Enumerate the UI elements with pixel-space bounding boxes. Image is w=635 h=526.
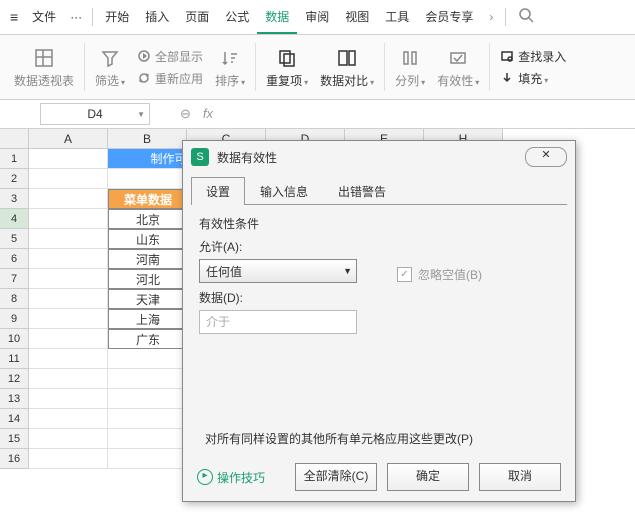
tips-link[interactable]: ▸操作技巧	[197, 469, 265, 486]
apply-all-checkbox[interactable]: 对所有同样设置的其他所有单元格应用这些更改(P)	[199, 430, 559, 447]
row-header[interactable]: 7	[0, 269, 29, 289]
cell[interactable]: 河北	[108, 269, 188, 289]
hamburger-icon[interactable]: ≡	[4, 9, 24, 25]
col-header[interactable]: B	[108, 129, 187, 149]
cell[interactable]: 河南	[108, 249, 188, 269]
reapply-button[interactable]: 重新应用	[137, 68, 203, 88]
dialog-title: 数据有效性	[217, 149, 277, 166]
row-header[interactable]: 10	[0, 329, 29, 349]
cell[interactable]	[108, 409, 187, 429]
cell[interactable]	[29, 269, 108, 289]
cell[interactable]	[29, 449, 108, 469]
cell[interactable]	[29, 169, 108, 189]
cell[interactable]	[108, 429, 187, 449]
filter-button[interactable]: 筛选	[95, 46, 125, 89]
row-header[interactable]: 4	[0, 209, 29, 229]
cell[interactable]	[29, 309, 108, 329]
menu-start[interactable]: 开始	[97, 0, 137, 34]
menu-tools[interactable]: 工具	[377, 0, 417, 34]
close-button[interactable]: ✕	[525, 147, 567, 167]
menu-review[interactable]: 审阅	[297, 0, 337, 34]
tab-error-alert[interactable]: 出错警告	[323, 177, 401, 205]
cell[interactable]: 天津	[108, 289, 188, 309]
ignore-blank-checkbox: ✓忽略空值(B)	[397, 266, 482, 283]
cell[interactable]	[108, 369, 187, 389]
cancel-formula-icon[interactable]: ⊖	[180, 106, 191, 122]
split-button[interactable]: 分列	[395, 46, 425, 89]
row-header[interactable]: 15	[0, 429, 29, 449]
row-header[interactable]: 12	[0, 369, 29, 389]
cell[interactable]	[108, 349, 187, 369]
menu-page[interactable]: 页面	[177, 0, 217, 34]
tab-settings[interactable]: 设置	[191, 177, 245, 205]
cell[interactable]	[29, 249, 108, 269]
cell[interactable]: 北京	[108, 209, 188, 229]
app-icon: S	[191, 148, 209, 166]
cell[interactable]	[29, 409, 108, 429]
cancel-button[interactable]: 取消	[479, 463, 561, 491]
cell[interactable]	[108, 449, 187, 469]
row-header[interactable]: 8	[0, 289, 29, 309]
menu-formula[interactable]: 公式	[217, 0, 257, 34]
clear-all-button[interactable]: 全部清除(C)	[295, 463, 377, 491]
find-insert-button[interactable]: 查找录入	[500, 46, 566, 66]
row-header[interactable]: 11	[0, 349, 29, 369]
cell[interactable]	[29, 349, 108, 369]
row-header[interactable]: 13	[0, 389, 29, 409]
chevron-right-icon[interactable]: ›	[481, 10, 501, 24]
cell[interactable]: 菜单数据	[108, 189, 188, 209]
data-compare-button[interactable]: 数据对比	[320, 46, 374, 89]
row-header[interactable]: 1	[0, 149, 29, 169]
cell[interactable]: 上海	[108, 309, 188, 329]
validity-button[interactable]: 有效性	[437, 46, 479, 89]
cell[interactable]	[29, 369, 108, 389]
cell[interactable]	[29, 209, 108, 229]
name-box[interactable]: D4▼	[40, 103, 150, 125]
fill-button[interactable]: 填充	[500, 68, 566, 88]
cell[interactable]	[29, 189, 108, 209]
row-header[interactable]: 14	[0, 409, 29, 429]
data-label: 数据(D):	[199, 289, 559, 306]
show-all-button[interactable]: 全部显示	[137, 46, 203, 66]
allow-label: 允许(A):	[199, 238, 357, 255]
menu-view[interactable]: 视图	[337, 0, 377, 34]
cell[interactable]	[29, 229, 108, 249]
row-header[interactable]: 6	[0, 249, 29, 269]
menu-data[interactable]: 数据	[257, 0, 297, 34]
sort-button[interactable]: 排序	[215, 46, 245, 89]
cell[interactable]	[108, 169, 187, 189]
more-icon[interactable]: ···	[64, 10, 88, 24]
cell[interactable]	[29, 429, 108, 449]
row-header[interactable]: 16	[0, 449, 29, 469]
cell[interactable]	[29, 149, 108, 169]
allow-select[interactable]: 任何值▼	[199, 259, 357, 283]
menu-vip[interactable]: 会员专享	[417, 0, 481, 34]
col-header[interactable]: A	[29, 129, 108, 149]
cell[interactable]	[108, 389, 187, 409]
menu-insert[interactable]: 插入	[137, 0, 177, 34]
cell[interactable]: 山东	[108, 229, 188, 249]
cell[interactable]	[29, 329, 108, 349]
cell[interactable]	[29, 289, 108, 309]
cell[interactable]: 广东	[108, 329, 188, 349]
data-select: 介于	[199, 310, 357, 334]
pivot-button[interactable]: 数据透视表	[14, 46, 74, 89]
duplicates-button[interactable]: 重复项	[266, 46, 308, 89]
ok-button[interactable]: 确定	[387, 463, 469, 491]
menu-file[interactable]: 文件	[24, 0, 64, 34]
row-header[interactable]: 2	[0, 169, 29, 189]
cell[interactable]	[29, 389, 108, 409]
tab-input-msg[interactable]: 输入信息	[245, 177, 323, 205]
row-header[interactable]: 3	[0, 189, 29, 209]
data-validation-dialog: S 数据有效性 ✕ 设置 输入信息 出错警告 有效性条件 允许(A): 任何值▼…	[182, 140, 576, 502]
row-header[interactable]: 9	[0, 309, 29, 329]
search-icon[interactable]	[510, 7, 542, 27]
fx-icon[interactable]: fx	[203, 106, 213, 122]
section-label: 有效性条件	[199, 215, 559, 232]
row-header[interactable]: 5	[0, 229, 29, 249]
